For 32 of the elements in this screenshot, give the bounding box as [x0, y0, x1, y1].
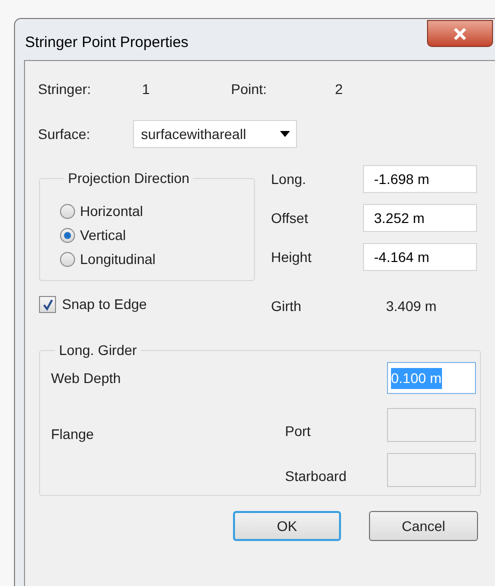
radio-option[interactable]: Longitudinal [60, 247, 156, 271]
coordinate-label: Height [271, 248, 312, 267]
dropdown-arrow-icon [280, 131, 290, 137]
coordinate-field[interactable]: -4.164 m [363, 243, 477, 271]
dialog-button[interactable]: Cancel [369, 511, 478, 541]
close-icon [453, 28, 467, 40]
group-title: Projection Direction [67, 169, 190, 188]
surface-label: Surface: [38, 124, 92, 144]
snap-checkbox[interactable]: Snap to Edge [39, 294, 147, 315]
coordinate-label: Offset [271, 208, 310, 228]
surface-dropdown[interactable]: surfacewithareall [133, 120, 297, 148]
stringer-label: Stringer: [38, 80, 92, 99]
radio-option[interactable]: Horizontal [60, 199, 144, 223]
dialog-button[interactable]: OK [233, 511, 341, 541]
girth-value: 3.409 m [386, 296, 437, 316]
flange-side-label: Port [285, 422, 312, 441]
web-depth-label: Web Depth [51, 368, 122, 388]
coordinate-field[interactable]: 3.252 m [363, 204, 477, 232]
point-value: 2 [335, 80, 343, 98]
check-icon [42, 298, 54, 310]
close-button[interactable] [427, 20, 493, 47]
surface-value: surfacewithareall [141, 124, 248, 144]
flange-label: Flange [51, 425, 95, 444]
stringer-value: 1 [142, 80, 151, 98]
radio-option[interactable]: Vertical [60, 223, 126, 247]
coordinate-field[interactable]: -1.698 m [363, 165, 477, 193]
window-title: Stringer Point Properties [25, 33, 188, 53]
group-title: Long. Girder [58, 341, 138, 360]
coordinate-label: Girth [271, 296, 302, 316]
flange-side-label: Starboard [285, 467, 348, 486]
point-label: Point: [231, 80, 268, 98]
coordinate-label: Long. [271, 170, 308, 189]
